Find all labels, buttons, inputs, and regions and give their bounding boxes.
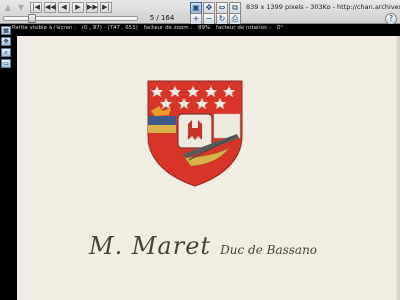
rotation-label: facteur de rotation : — [216, 25, 272, 31]
thumbnail-view-icon[interactable]: ▦ — [1, 26, 11, 35]
signature-title: Duc de Bassano — [220, 243, 318, 257]
visible-area-label: Partie visible à l'écran : — [12, 25, 77, 31]
image-info: 839 x 1399 pixels - 303Ko - http://chan.… — [246, 3, 400, 11]
page-slider-track[interactable] — [3, 16, 138, 21]
document-page: M. Maret Duc de Bassano — [17, 36, 400, 300]
scroll-up-icon[interactable]: ▲ — [3, 2, 13, 13]
toolbar: ▲ ▼ |◀ ◀◀ ◀ ▶ ▶▶ ▶| 5 / 164 ▣ ✥ ⇔ ⧉ + − … — [0, 0, 400, 25]
zoom-label: facteur de zoom : — [143, 25, 193, 31]
visible-area-value: (0 , 97) - (747 , 651) — [81, 25, 138, 31]
first-page-button[interactable]: |◀ — [30, 2, 42, 13]
coat-of-arms — [147, 80, 243, 187]
status-bar: Partie visible à l'écran : (0 , 97) - (7… — [12, 24, 400, 32]
page-tool-icon[interactable]: ▭ — [1, 59, 11, 68]
document-view[interactable]: M. Maret Duc de Bassano — [12, 32, 400, 300]
scroll-down-icon[interactable]: ▼ — [16, 2, 26, 13]
side-toolbar: ▦ ✥ ⌕ ▭ — [0, 24, 12, 300]
previous-page-button[interactable]: ◀ — [58, 2, 70, 13]
pan-tool-icon[interactable]: ✥ — [1, 37, 11, 46]
page-counter: 5 / 164 — [149, 14, 175, 22]
zoom-tool-icon[interactable]: ⌕ — [1, 48, 11, 57]
rotation-value: 0° — [276, 25, 284, 31]
page-edge — [396, 36, 400, 300]
rewind-button[interactable]: ◀◀ — [44, 2, 56, 13]
zoom-value: 89% — [198, 25, 211, 31]
signature-name: M. Maret — [89, 232, 212, 260]
fast-forward-button[interactable]: ▶▶ — [86, 2, 98, 13]
image-viewer: ▲ ▼ |◀ ◀◀ ◀ ▶ ▶▶ ▶| 5 / 164 ▣ ✥ ⇔ ⧉ + − … — [0, 0, 400, 300]
next-page-button[interactable]: ▶ — [72, 2, 84, 13]
last-page-button[interactable]: ▶| — [100, 2, 112, 13]
signature: M. Maret Duc de Bassano — [89, 232, 389, 272]
page-slider-thumb[interactable] — [28, 14, 36, 23]
